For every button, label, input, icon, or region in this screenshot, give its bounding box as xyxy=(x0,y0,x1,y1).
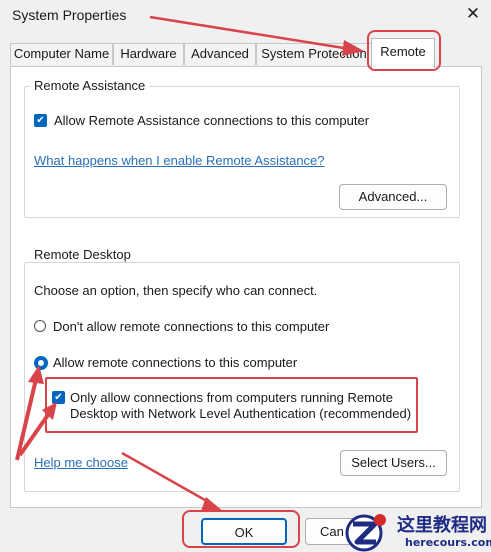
watermark-logo-icon xyxy=(345,514,386,552)
tab-remote[interactable]: Remote xyxy=(371,38,435,68)
watermark-text: 这里教程网 xyxy=(397,515,487,536)
annotation-arrows xyxy=(15,15,364,512)
arrow-to-remote-tab xyxy=(149,15,364,56)
watermark-domain: herecours.com xyxy=(405,536,491,549)
arrow-to-ok-button xyxy=(121,451,224,512)
arrow-to-allow-radio xyxy=(15,365,44,461)
